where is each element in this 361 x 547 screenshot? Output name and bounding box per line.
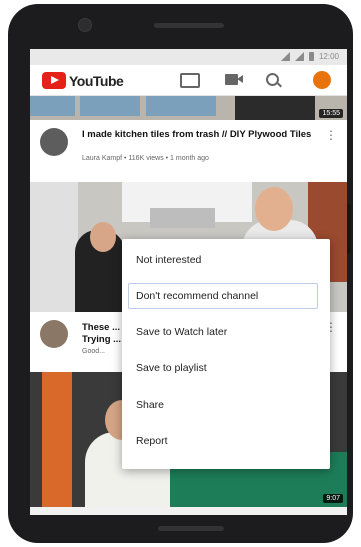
more-options-icon[interactable]: ⋮	[325, 128, 337, 142]
video-title[interactable]: These ... Trying ...	[82, 322, 122, 346]
video-thumbnail-top[interactable]: 15:55	[30, 96, 347, 120]
channel-avatar[interactable]	[40, 320, 68, 348]
duration-badge: 9:07	[323, 494, 343, 503]
channel-avatar[interactable]	[40, 128, 68, 156]
brand-name: YouTube	[69, 72, 124, 89]
video-row[interactable]: I made kitchen tiles from trash // DIY P…	[30, 120, 347, 182]
status-bar: 12:00	[30, 49, 347, 65]
next-video-row[interactable]	[30, 507, 347, 515]
menu-item-not-interested[interactable]: Not interested	[122, 245, 330, 275]
menu-item-share[interactable]: Share	[122, 390, 330, 420]
app-bar: YouTube	[30, 65, 347, 96]
menu-item-report[interactable]: Report	[122, 426, 330, 456]
bottom-speaker	[158, 526, 224, 531]
duration-badge: 15:55	[319, 109, 343, 118]
phone-frame: 12:00 YouTube 15:55 I made kitchen tiles…	[8, 4, 353, 543]
account-avatar[interactable]	[313, 71, 331, 89]
camera-icon[interactable]	[225, 74, 243, 85]
earpiece-speaker	[154, 23, 224, 28]
menu-item-save-to-playlist[interactable]: Save to playlist	[122, 353, 330, 383]
video-meta: Laura Kampf • 116K views • 1 month ago	[82, 155, 209, 162]
video-context-menu: Not interested Don't recommend channel S…	[122, 239, 330, 469]
cast-icon[interactable]	[180, 73, 200, 88]
wifi-icon	[294, 52, 304, 61]
search-icon[interactable]	[266, 73, 279, 86]
status-time: 12:00	[318, 52, 339, 61]
youtube-logo[interactable]: YouTube	[42, 72, 124, 89]
screen: 12:00 YouTube 15:55 I made kitchen tiles…	[30, 49, 347, 515]
front-camera	[78, 18, 92, 32]
signal-icon	[280, 52, 290, 61]
menu-item-save-watch-later[interactable]: Save to Watch later	[122, 317, 330, 347]
battery-icon	[308, 52, 314, 61]
video-title[interactable]: I made kitchen tiles from trash // DIY P…	[82, 129, 317, 141]
youtube-play-icon	[42, 72, 66, 89]
video-meta: Good...	[82, 348, 105, 355]
menu-item-dont-recommend-channel[interactable]: Don't recommend channel	[122, 281, 330, 311]
